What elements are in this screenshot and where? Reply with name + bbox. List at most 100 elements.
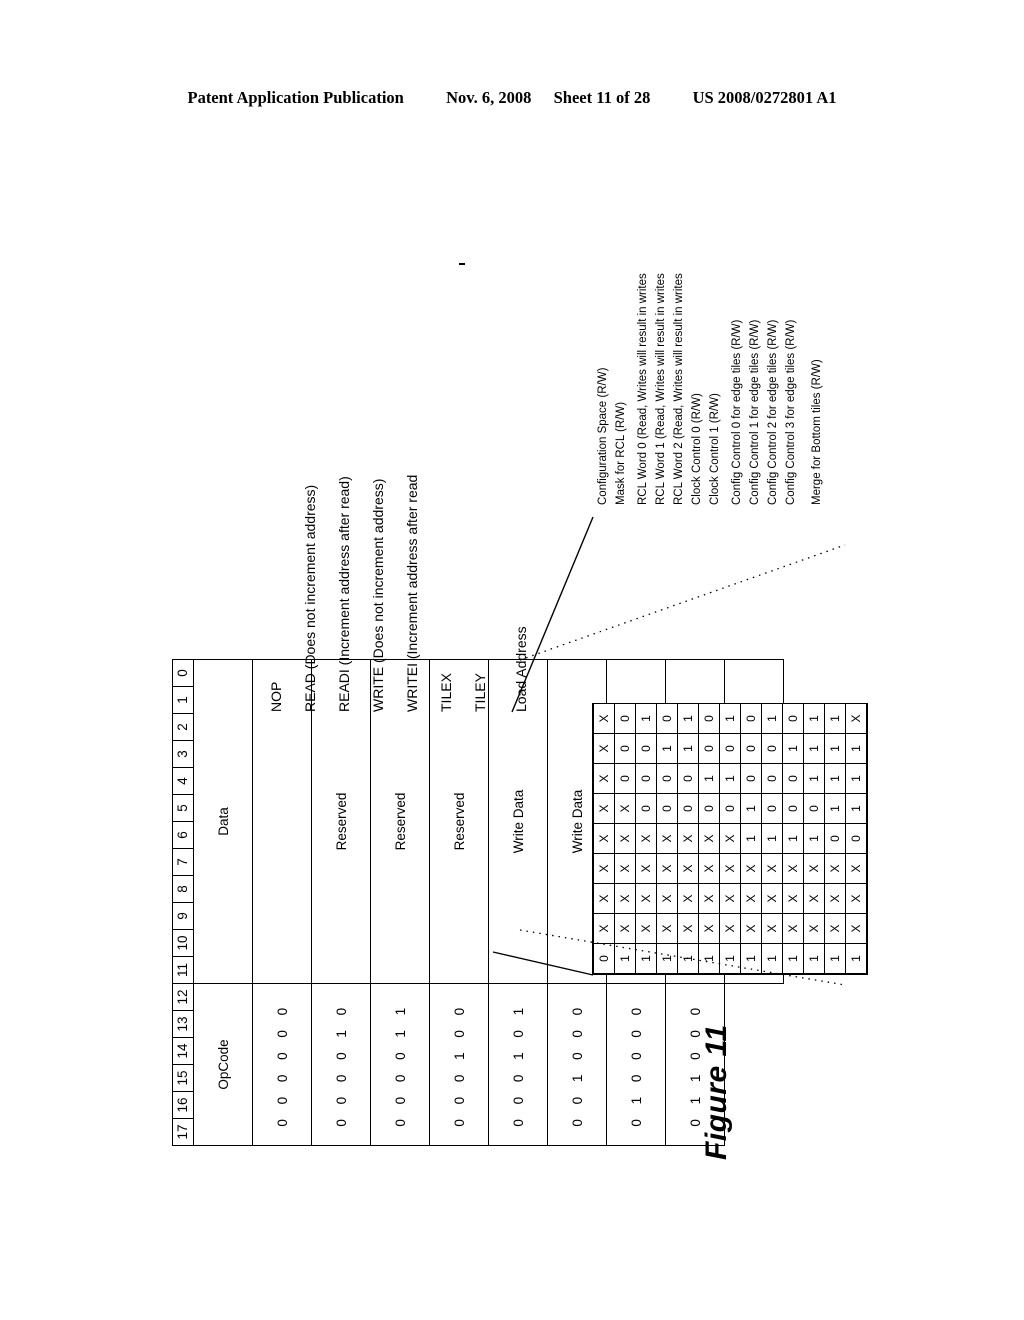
instruction-name-read: READ (Does not increment address) bbox=[302, 484, 318, 712]
decode-cell: X bbox=[593, 793, 615, 824]
table-row: 1 X X X 1 0 0 1 0 bbox=[782, 703, 804, 974]
instruction-name-readi: READI (Increment address after read) bbox=[336, 476, 352, 712]
figure-sheet: 17 16 15 14 13 12 11 10 9 8 7 6 5 4 3 2 … bbox=[0, 0, 1024, 1320]
decode-cell: 1 bbox=[719, 703, 741, 734]
decode-cell: 0 bbox=[740, 733, 762, 764]
decode-cell: 0 bbox=[782, 793, 804, 824]
decode-cell: 0 bbox=[782, 703, 804, 734]
decode-label-merge-bottom-tiles: Merge for Bottom tiles (R/W) bbox=[811, 359, 823, 505]
bit-number-cell: 11 bbox=[172, 956, 194, 984]
decode-cell: X bbox=[824, 883, 846, 914]
decode-cell: 1 bbox=[824, 733, 846, 764]
decode-cell: 1 bbox=[803, 703, 825, 734]
decode-cell: X bbox=[782, 913, 804, 944]
decode-label-config-control-3: Config Control 3 for edge tiles (R/W) bbox=[785, 319, 797, 505]
opcode-bits: 0 0 0 0 1 1 bbox=[370, 983, 430, 1146]
bit-number-cell: 7 bbox=[172, 848, 194, 876]
decode-cell: 1 bbox=[761, 703, 783, 734]
decode-cell: 1 bbox=[824, 793, 846, 824]
bit-number-cell: 5 bbox=[172, 794, 194, 822]
row-label-cell bbox=[488, 1145, 548, 1172]
table-row: 1 X X X X 0 0 0 1 bbox=[635, 703, 657, 974]
decode-cell: X bbox=[593, 823, 615, 854]
decode-label-config-control-1: Config Control 1 for edge tiles (R/W) bbox=[749, 319, 761, 505]
bit-number-cell: 10 bbox=[172, 929, 194, 957]
decode-label-rcl-word-1: RCL Word 1 (Read, Writes will result in … bbox=[655, 273, 667, 505]
decode-cell: X bbox=[614, 883, 636, 914]
decode-cell: X bbox=[824, 913, 846, 944]
decode-cell: 1 bbox=[719, 943, 741, 974]
bit-number-row: 17 16 15 14 13 12 11 10 9 8 7 6 5 4 3 2 … bbox=[172, 659, 194, 1172]
decode-label-rcl-word-2: RCL Word 2 (Read, Writes will result in … bbox=[673, 273, 685, 505]
data-header: Data bbox=[193, 659, 253, 984]
decode-cell: 1 bbox=[677, 943, 699, 974]
table-row: 1 X X X 0 1 1 1 X bbox=[845, 703, 867, 974]
bit-number-cell: 14 bbox=[172, 1037, 194, 1065]
dotted-continuation-upper bbox=[519, 544, 846, 661]
decode-cell: 0 bbox=[740, 763, 762, 794]
decode-cell: X bbox=[803, 883, 825, 914]
decode-cell: X bbox=[614, 823, 636, 854]
decode-cell: 0 bbox=[698, 733, 720, 764]
table-row: 1 X X X 1 1 0 0 0 bbox=[740, 703, 762, 974]
decode-cell: X bbox=[656, 913, 678, 944]
table-row: 0 0 0 1 0 0 Reserved bbox=[429, 659, 489, 1172]
decode-cell: 0 bbox=[656, 793, 678, 824]
decode-cell: 1 bbox=[803, 763, 825, 794]
decode-cell: 1 bbox=[740, 823, 762, 854]
decode-cell: 1 bbox=[803, 733, 825, 764]
decode-cell: X bbox=[803, 853, 825, 884]
bit-number-cell: 1 bbox=[172, 686, 194, 714]
decode-cell: X bbox=[845, 703, 867, 734]
decode-cell: X bbox=[698, 913, 720, 944]
table-row: 1 X X X X 0 0 1 0 bbox=[656, 703, 678, 974]
decode-cell: X bbox=[761, 883, 783, 914]
instruction-name-tiley: TILEY bbox=[472, 673, 488, 712]
decode-label-clock-control-1: Clock Control 1 (R/W) bbox=[709, 393, 721, 505]
decode-cell: X bbox=[803, 913, 825, 944]
decode-cell: 0 bbox=[635, 793, 657, 824]
decode-cell: X bbox=[740, 913, 762, 944]
decode-cell: X bbox=[782, 853, 804, 884]
bit-number-cell: 2 bbox=[172, 713, 194, 741]
decode-cell: 0 bbox=[782, 763, 804, 794]
decode-cell: 0 bbox=[677, 793, 699, 824]
decode-cell: 0 bbox=[845, 823, 867, 854]
decode-cell: 0 bbox=[656, 763, 678, 794]
row-label-cell bbox=[311, 1145, 371, 1172]
bit-number-cell: 12 bbox=[172, 983, 194, 1011]
decode-cell: X bbox=[593, 853, 615, 884]
decode-cell: 0 bbox=[761, 733, 783, 764]
decode-cell: 1 bbox=[782, 943, 804, 974]
figure-caption: Figure 11 bbox=[700, 1024, 733, 1160]
decode-cell: X bbox=[740, 853, 762, 884]
decode-cell: X bbox=[614, 913, 636, 944]
decode-cell: X bbox=[656, 883, 678, 914]
decode-cell: X bbox=[698, 823, 720, 854]
row-label-header bbox=[193, 1145, 253, 1172]
decode-cell: 1 bbox=[824, 763, 846, 794]
decode-cell: 0 bbox=[740, 703, 762, 734]
decode-cell: X bbox=[593, 913, 615, 944]
decode-cell: X bbox=[593, 763, 615, 794]
decode-label-configuration-space: Configuration Space (R/W) bbox=[597, 367, 609, 505]
decode-label-config-control-0: Config Control 0 for edge tiles (R/W) bbox=[731, 319, 743, 505]
decode-cell: 1 bbox=[845, 763, 867, 794]
decode-cell: X bbox=[593, 883, 615, 914]
decode-cell: 0 bbox=[719, 733, 741, 764]
field-header-row: OpCode Data bbox=[193, 659, 253, 1172]
decode-cell: 1 bbox=[824, 943, 846, 974]
bit-number-cell: 13 bbox=[172, 1010, 194, 1038]
instruction-name-tilex: TILEX bbox=[438, 673, 454, 712]
decode-cell: 0 bbox=[593, 943, 615, 974]
instruction-name-writei: WRITEI (Increment address after read bbox=[404, 474, 420, 712]
decode-cell: 1 bbox=[803, 823, 825, 854]
scan-artifact-mark bbox=[459, 263, 465, 265]
decode-cell: 0 bbox=[614, 763, 636, 794]
opcode-bits: 0 0 0 0 1 0 bbox=[311, 983, 371, 1146]
decode-cell: X bbox=[635, 853, 657, 884]
decode-cell: 1 bbox=[698, 943, 720, 974]
table-row: 0 0 0 0 1 0 Reserved bbox=[311, 659, 371, 1172]
instruction-name-write: WRITE (Does not increment address) bbox=[370, 478, 386, 712]
row-label-cell bbox=[429, 1145, 489, 1172]
